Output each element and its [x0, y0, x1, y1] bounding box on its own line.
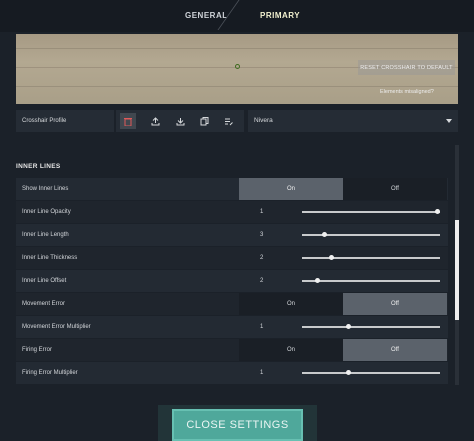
setting-row-inner-line-thickness: Inner Line Thickness 2 — [16, 247, 448, 269]
slider-handle[interactable] — [315, 278, 321, 283]
slider-handle[interactable] — [321, 232, 327, 237]
rename-profile-button[interactable] — [220, 113, 236, 129]
inner-line-thickness-slider[interactable] — [302, 255, 440, 260]
rename-icon — [224, 118, 233, 125]
show-inner-lines-on-button[interactable]: On — [239, 178, 343, 200]
import-profile-button[interactable] — [172, 113, 188, 129]
movement-error-on-button[interactable]: On — [239, 293, 343, 315]
setting-row-inner-line-length: Inner Line Length 3 — [16, 224, 448, 246]
slider-handle[interactable] — [345, 370, 351, 375]
profile-select[interactable]: Nivera — [248, 110, 458, 132]
delete-icon — [124, 117, 132, 126]
show-inner-lines-off-button[interactable]: Off — [343, 178, 447, 200]
setting-label: Firing Error — [22, 347, 53, 353]
slider-value[interactable]: 1 — [260, 201, 263, 223]
setting-label: Inner Line Length — [22, 232, 69, 238]
profile-select-value: Nivera — [254, 117, 273, 124]
slider-value[interactable]: 2 — [260, 247, 263, 269]
upload-icon — [151, 116, 159, 125]
crosshair-profile-row: Crosshair Profile Nivera — [16, 110, 458, 132]
inner-line-length-slider[interactable] — [302, 232, 440, 237]
tab-primary[interactable]: PRIMARY — [260, 11, 300, 20]
slider-value[interactable]: 2 — [260, 270, 263, 292]
setting-row-firing-error-multiplier: Firing Error Multiplier 1 — [16, 362, 448, 384]
reset-crosshair-button[interactable]: RESET CROSSHAIR TO DEFAULT — [358, 60, 455, 75]
movement-error-multiplier-slider[interactable] — [302, 324, 440, 329]
slider-value[interactable]: 1 — [260, 362, 263, 384]
elements-misaligned-link[interactable]: Elements misaligned? — [380, 89, 434, 95]
slider-handle[interactable] — [435, 209, 440, 214]
setting-row-inner-line-opacity: Inner Line Opacity 1 — [16, 201, 448, 223]
setting-label: Show Inner Lines — [22, 186, 69, 192]
tab-general[interactable]: GENERAL — [185, 11, 228, 20]
crosshair-profile-label: Crosshair Profile — [16, 110, 114, 132]
crosshair-icon — [235, 64, 240, 69]
inner-line-opacity-slider[interactable] — [302, 209, 440, 214]
setting-row-firing-error: Firing Error On Off — [16, 339, 448, 361]
setting-label: Inner Line Offset — [22, 278, 67, 284]
chevron-down-icon — [446, 119, 452, 123]
close-settings-button[interactable]: CLOSE SETTINGS — [172, 409, 303, 441]
slider-handle[interactable] — [345, 324, 351, 329]
setting-label: Inner Line Opacity — [22, 209, 71, 215]
settings-list: Show Inner Lines On Off Inner Line Opaci… — [16, 178, 448, 385]
download-icon — [176, 117, 184, 125]
setting-label: Movement Error Multiplier — [22, 324, 91, 330]
copy-icon — [200, 116, 208, 125]
setting-label: Firing Error Multiplier — [22, 370, 78, 376]
firing-error-on-button[interactable]: On — [239, 339, 343, 361]
delete-profile-button[interactable] — [120, 113, 136, 129]
profile-actions — [116, 110, 244, 132]
setting-row-movement-error-multiplier: Movement Error Multiplier 1 — [16, 316, 448, 338]
top-tab-bar: GENERAL PRIMARY — [0, 0, 474, 32]
setting-label: Movement Error — [22, 301, 66, 307]
setting-row-show-inner-lines: Show Inner Lines On Off — [16, 178, 448, 200]
firing-error-multiplier-slider[interactable] — [302, 370, 440, 375]
copy-profile-button[interactable] — [196, 113, 212, 129]
inner-line-offset-slider[interactable] — [302, 278, 440, 283]
export-profile-button[interactable] — [147, 113, 163, 129]
firing-error-off-button[interactable]: Off — [343, 339, 447, 361]
movement-error-off-button[interactable]: Off — [343, 293, 447, 315]
setting-row-movement-error: Movement Error On Off — [16, 293, 448, 315]
slider-value[interactable]: 1 — [260, 316, 263, 338]
section-title: INNER LINES — [16, 163, 61, 170]
setting-row-inner-line-offset: Inner Line Offset 2 — [16, 270, 448, 292]
slider-handle[interactable] — [328, 255, 334, 260]
slider-value[interactable]: 3 — [260, 224, 263, 246]
setting-label: Inner Line Thickness — [22, 255, 78, 261]
scrollbar-thumb[interactable] — [455, 220, 459, 320]
